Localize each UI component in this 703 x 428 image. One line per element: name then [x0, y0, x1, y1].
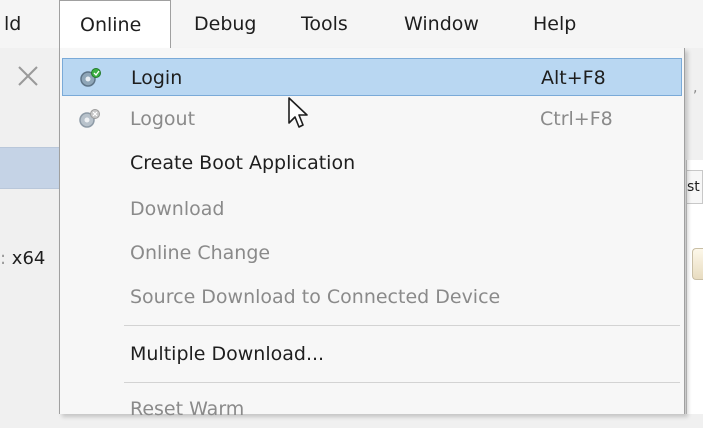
left-panel-tab[interactable]: [0, 147, 62, 189]
menu-item-logout[interactable]: Logout Ctrl+F8: [62, 100, 682, 138]
online-dropdown-menu: Login Alt+F8 Logout Ctrl+F8 Create Boot …: [59, 48, 685, 420]
left-panel-text: : x64: [0, 248, 46, 269]
menu-item-shortcut: Ctrl+F8: [540, 108, 613, 130]
logout-gear-icon: [79, 109, 100, 128]
menu-debug[interactable]: Debug: [190, 0, 260, 48]
menu-separator: [124, 382, 680, 383]
close-icon[interactable]: [14, 62, 42, 90]
toolbar-fragment: ,: [693, 80, 698, 96]
right-panel-tab[interactable]: st: [686, 170, 703, 204]
menu-item-login[interactable]: Login Alt+F8: [62, 58, 682, 96]
menu-build[interactable]: ld: [0, 0, 25, 48]
menu-item-label: Logout: [130, 108, 196, 130]
menu-help[interactable]: Help: [529, 0, 580, 48]
menu-window[interactable]: Window: [400, 0, 483, 48]
menu-item-create-boot-application[interactable]: Create Boot Application: [62, 144, 682, 182]
menu-item-label: Multiple Download...: [130, 343, 325, 365]
menu-bar: ld Online Debug Tools Window Help: [0, 0, 703, 48]
menu-item-label: Download: [130, 198, 225, 220]
mouse-pointer-icon: [288, 97, 308, 128]
menu-item-multiple-download[interactable]: Multiple Download...: [62, 335, 682, 373]
menu-item-source-download[interactable]: Source Download to Connected Device: [62, 278, 682, 316]
login-gear-icon: [80, 68, 101, 87]
menu-item-download[interactable]: Download: [62, 190, 682, 228]
menu-item-label: Login: [131, 67, 183, 89]
menu-item-label: Create Boot Application: [130, 152, 356, 174]
menu-tools[interactable]: Tools: [297, 0, 352, 48]
right-panel-button[interactable]: [692, 248, 703, 280]
menu-item-shortcut: Alt+F8: [541, 67, 606, 89]
menu-separator: [124, 325, 680, 326]
menu-item-label: Reset Warm: [130, 398, 245, 420]
menu-item-reset-warm[interactable]: Reset Warm: [62, 390, 682, 428]
menu-item-label: Online Change: [130, 242, 271, 264]
menu-online[interactable]: Online: [59, 0, 171, 48]
menu-item-online-change[interactable]: Online Change: [62, 234, 682, 272]
menu-item-label: Source Download to Connected Device: [130, 286, 501, 308]
